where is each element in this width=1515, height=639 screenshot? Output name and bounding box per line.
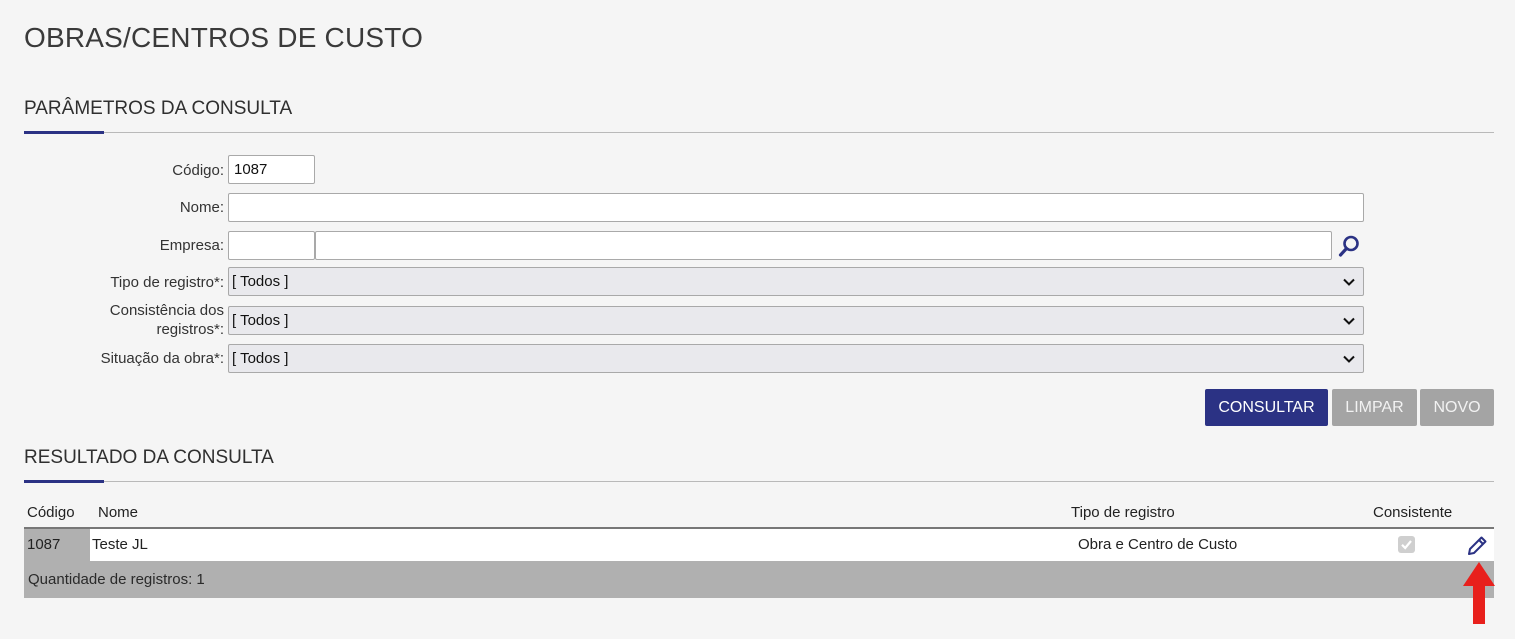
page-title: OBRAS/CENTROS DE CUSTO bbox=[24, 22, 424, 53]
column-header-consistente[interactable]: Consistente bbox=[1373, 504, 1452, 521]
row-tipo-registro-cell: Obra e Centro de Custo bbox=[1078, 536, 1238, 553]
situacao-selected: [ Todos ] bbox=[232, 350, 289, 367]
codigo-input[interactable] bbox=[228, 155, 315, 184]
chevron-down-icon bbox=[1343, 317, 1355, 325]
consultar-button[interactable]: CONSULTAR bbox=[1205, 389, 1328, 426]
column-header-tipo-registro[interactable]: Tipo de registro bbox=[1071, 504, 1175, 521]
consistencia-label-line2: registros*: bbox=[156, 321, 224, 338]
consistencia-label: Consistência dos registros*: bbox=[110, 301, 224, 339]
consistencia-label-line1: Consistência dos bbox=[109, 302, 224, 319]
limpar-button[interactable]: LIMPAR bbox=[1332, 389, 1417, 426]
params-section-underline bbox=[24, 131, 104, 134]
empresa-label: Empresa: bbox=[159, 237, 224, 254]
tipo-registro-label: Tipo de registro*: bbox=[110, 274, 224, 291]
magnifier-icon bbox=[1338, 235, 1359, 257]
chevron-down-icon bbox=[1343, 278, 1355, 286]
consistencia-select[interactable]: [ Todos ] bbox=[228, 306, 1364, 335]
chevron-down-icon bbox=[1343, 355, 1355, 363]
params-section-title: PARÂMETROS DA CONSULTA bbox=[24, 98, 293, 119]
red-arrow-up-icon bbox=[1463, 562, 1495, 624]
pencil-icon[interactable] bbox=[1466, 535, 1488, 557]
novo-button[interactable]: NOVO bbox=[1420, 389, 1494, 426]
empresa-name-input[interactable] bbox=[315, 231, 1332, 260]
situacao-select[interactable]: [ Todos ] bbox=[228, 344, 1364, 373]
empresa-code-input[interactable] bbox=[228, 231, 315, 260]
checkmark-icon bbox=[1401, 540, 1412, 550]
empresa-lookup-button[interactable] bbox=[1334, 231, 1363, 260]
results-section-header: RESULTADO DA CONSULTA bbox=[24, 447, 1494, 483]
row-consistente-checkbox bbox=[1398, 536, 1415, 553]
row-codigo-cell: 1087 bbox=[24, 529, 90, 561]
nome-input[interactable] bbox=[228, 193, 1364, 222]
table-row[interactable]: 1087 Teste JL Obra e Centro de Custo bbox=[24, 529, 1494, 561]
codigo-label: Código: bbox=[172, 162, 224, 179]
nome-label: Nome: bbox=[179, 199, 224, 216]
consistencia-selected: [ Todos ] bbox=[232, 312, 289, 329]
params-section-header: PARÂMETROS DA CONSULTA bbox=[24, 98, 1494, 134]
column-header-nome[interactable]: Nome bbox=[98, 504, 138, 521]
row-nome-cell: Teste JL bbox=[92, 536, 148, 553]
record-count: Quantidade de registros: 1 bbox=[24, 561, 1494, 598]
tipo-registro-select[interactable]: [ Todos ] bbox=[228, 267, 1364, 296]
tipo-registro-selected: [ Todos ] bbox=[232, 273, 289, 290]
results-section-title: RESULTADO DA CONSULTA bbox=[24, 447, 274, 468]
situacao-label: Situação da obra*: bbox=[100, 350, 224, 367]
column-header-codigo[interactable]: Código bbox=[27, 504, 75, 521]
results-section-underline bbox=[24, 480, 104, 483]
